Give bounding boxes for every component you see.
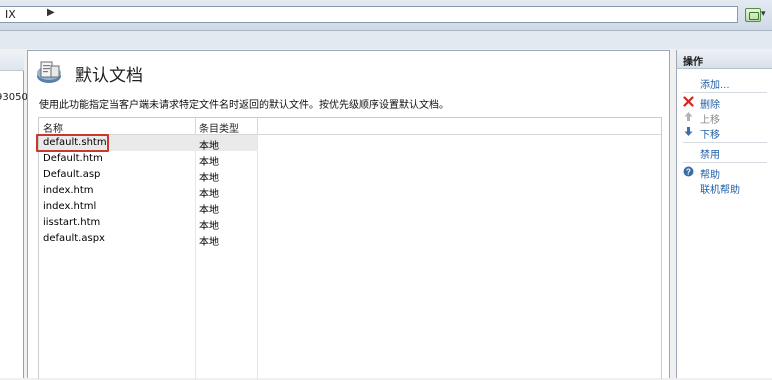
document-name: default.aspx	[43, 233, 105, 244]
move-up-link: 上移	[700, 115, 720, 126]
arrow-down-icon[interactable]	[683, 126, 694, 137]
highlight-box	[36, 134, 109, 152]
connections-pane: 93050	[0, 52, 28, 378]
list-header: 名称 条目类型	[39, 118, 661, 135]
address-path-fragment[interactable]: IX	[5, 8, 16, 21]
connections-pane-header	[0, 52, 24, 71]
menu-band	[0, 31, 772, 49]
chevron-down-icon[interactable]: ▾	[761, 9, 766, 19]
remove-link[interactable]: 删除	[700, 96, 720, 111]
table-row[interactable]: index.html 本地	[39, 199, 257, 216]
move-down-link[interactable]: 下移	[700, 126, 720, 141]
divider	[683, 162, 767, 163]
page-title: 默认文档	[75, 66, 143, 86]
actions-header: 操作	[677, 50, 772, 69]
address-bar[interactable]: IX ▶	[0, 6, 738, 23]
entry-type: 本地	[199, 221, 219, 232]
column-header-type[interactable]: 条目类型	[199, 120, 239, 135]
table-row[interactable]: index.htm 本地	[39, 183, 257, 200]
actions-title: 操作	[683, 57, 703, 68]
actions-pane: 操作 添加... 删除 上移 下移 禁用 ? 帮助 联机帮助	[676, 50, 772, 378]
table-row[interactable]: iisstart.htm 本地	[39, 215, 257, 232]
entry-type: 本地	[199, 189, 219, 200]
entry-type: 本地	[199, 237, 219, 248]
breadcrumb-arrow-icon[interactable]: ▶	[47, 7, 55, 18]
column-gridline	[257, 134, 258, 380]
table-row[interactable]: Default.htm 本地	[39, 151, 257, 168]
disable-link[interactable]: 禁用	[700, 146, 720, 161]
feature-description: 使用此功能指定当客户端未请求特定文件名时返回的默认文件。按优先级顺序设置默认文档…	[39, 100, 449, 111]
help-link[interactable]: 帮助	[700, 166, 720, 181]
document-name: index.html	[43, 201, 97, 212]
entry-type: 本地	[199, 141, 219, 152]
document-name: index.htm	[43, 185, 94, 196]
tree-node[interactable]: 93050	[0, 92, 28, 103]
default-document-list[interactable]: 名称 条目类型 default.shtm 本地 Default.htm 本地 D…	[38, 117, 662, 380]
address-toolbar: IX ▶ ▾	[0, 0, 772, 31]
delete-icon[interactable]	[683, 96, 694, 107]
column-divider[interactable]	[257, 118, 258, 134]
default-document-icon	[37, 61, 61, 83]
entry-type: 本地	[199, 205, 219, 216]
column-header-name[interactable]: 名称	[43, 120, 63, 135]
divider	[683, 142, 767, 143]
document-name: Default.htm	[43, 153, 103, 164]
table-row[interactable]: Default.asp 本地	[39, 167, 257, 184]
svg-text:?: ?	[686, 168, 691, 177]
add-link[interactable]: 添加...	[700, 76, 730, 91]
entry-type: 本地	[199, 157, 219, 168]
help-icon[interactable]: ?	[683, 166, 694, 177]
refresh-icon[interactable]	[745, 8, 761, 22]
entry-type: 本地	[199, 173, 219, 184]
document-name: iisstart.htm	[43, 217, 101, 228]
feature-pane: 默认文档 使用此功能指定当客户端未请求特定文件名时返回的默认文件。按优先级顺序设…	[27, 50, 670, 380]
document-name: Default.asp	[43, 169, 101, 180]
online-help-link[interactable]: 联机帮助	[700, 181, 740, 196]
divider	[683, 92, 767, 93]
arrow-up-icon	[684, 112, 693, 121]
table-row[interactable]: default.aspx 本地	[39, 231, 257, 248]
column-divider[interactable]	[195, 118, 196, 134]
